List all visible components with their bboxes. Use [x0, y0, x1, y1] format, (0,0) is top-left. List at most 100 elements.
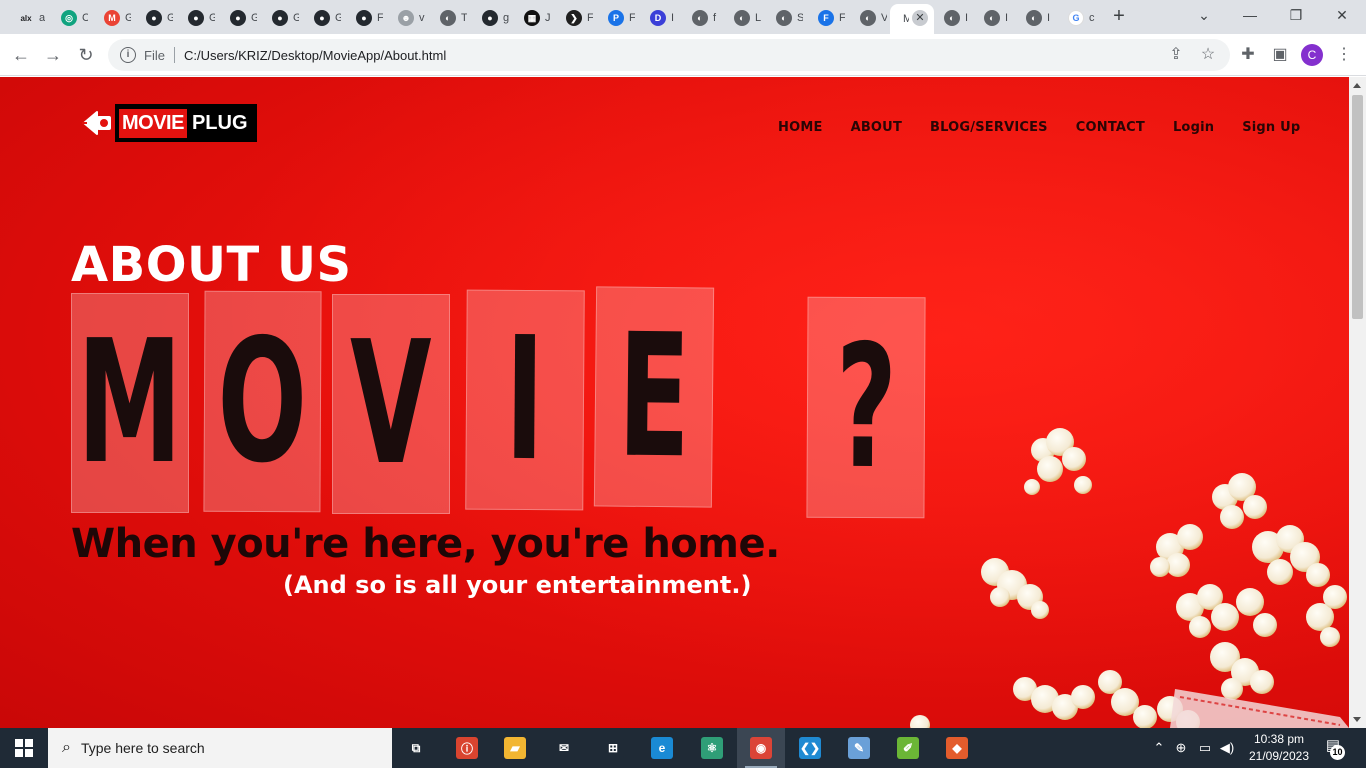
scroll-up-icon[interactable] [1353, 83, 1361, 88]
globe-icon: ◐ [984, 10, 1000, 26]
notification-center-icon[interactable]: ▤ 10 [1320, 736, 1346, 760]
tab-title: f [713, 12, 717, 24]
chrome-glyph: ◉ [750, 737, 772, 759]
vscode-icon[interactable]: ❮❯ [786, 728, 834, 768]
tab-search-icon[interactable]: ⌄ [1181, 0, 1227, 30]
tab-title: V [881, 12, 887, 24]
system-tray: ⌃ ⊕ ▭ ◀) [1150, 728, 1238, 768]
app-red-glyph: ⓘ [456, 737, 478, 759]
start-button[interactable] [0, 728, 48, 768]
browser-tab[interactable]: ◐ S [768, 4, 810, 32]
restore-button[interactable]: ❐ [1273, 0, 1319, 30]
bookmark-star-icon[interactable]: ☆ [1196, 43, 1220, 67]
close-tab-icon[interactable]: ✕ [912, 10, 928, 26]
page-scrollbar[interactable] [1349, 77, 1366, 728]
git-glyph: ◆ [946, 737, 968, 759]
tab-title: g [503, 12, 509, 24]
browser-tab[interactable]: ● G [138, 4, 180, 32]
browser-tab[interactable]: MG [96, 4, 138, 32]
new-tab-button[interactable]: + [1107, 5, 1131, 29]
letter-card: M [71, 293, 189, 513]
forms-icon: F [818, 10, 834, 26]
chrome-icon[interactable]: ◉ [737, 728, 785, 768]
share-icon[interactable]: ⇪ [1164, 43, 1188, 67]
info-icon[interactable]: i [120, 47, 136, 63]
browser-tab[interactable]: ◐ V [852, 4, 890, 32]
browser-tab[interactable]: DI [642, 4, 684, 32]
browser-tab[interactable]: ● G [222, 4, 264, 32]
browser-tab[interactable]: ● G [180, 4, 222, 32]
tab-title: G [125, 12, 131, 24]
side-panel-icon[interactable]: ▣ [1268, 43, 1292, 67]
browser-tab[interactable]: Gc [1060, 4, 1106, 32]
globe-icon: ◐ [734, 10, 750, 26]
tab-title: C [82, 12, 88, 24]
browser-tab[interactable]: ◎ C [53, 4, 95, 32]
app-red-icon[interactable]: ⓘ [443, 728, 491, 768]
back-icon[interactable]: ← [9, 43, 33, 67]
edge-icon[interactable]: e [638, 728, 686, 768]
browser-tab[interactable]: alx a [10, 4, 52, 32]
globe-icon: ◐ [692, 10, 708, 26]
electron-icon[interactable]: ⚛ [688, 728, 736, 768]
git-icon[interactable]: ◆ [933, 728, 981, 768]
browser-tab[interactable]: ◐ T [432, 4, 474, 32]
address-bar[interactable]: i File C:/Users/KRIZ/Desktop/MovieApp/Ab… [108, 39, 1230, 71]
letter-card-text: I [504, 300, 546, 500]
browser-tab[interactable]: ☻ v [390, 4, 432, 32]
language-icon[interactable]: ⊕ [1168, 740, 1194, 756]
forward-icon[interactable]: → [41, 43, 65, 67]
browser-tab[interactable]: ● g [474, 4, 516, 32]
battery-icon[interactable]: ▭ [1194, 740, 1216, 756]
browser-tab[interactable]: ◐ L [726, 4, 768, 32]
gmail-icon: M [104, 10, 120, 26]
extensions-icon[interactable]: ✚ [1236, 43, 1260, 67]
letter-card: ? [806, 296, 926, 519]
browser-tab[interactable]: ● G [264, 4, 306, 32]
browser-tab[interactable]: M ✕ [890, 4, 934, 34]
scroll-down-icon[interactable] [1353, 717, 1361, 722]
d-icon: D [650, 10, 666, 26]
browser-tab[interactable]: ◐ I [936, 4, 978, 32]
hero-tagline: When you're here, you're home. [71, 521, 780, 567]
file-explorer-icon[interactable]: ▰ [491, 728, 539, 768]
film-icon: ▦ [524, 10, 540, 26]
github-icon: ● [188, 10, 204, 26]
task-view-icon[interactable]: ⧉ [392, 728, 440, 768]
tab-title: S [797, 12, 803, 24]
browser-tab[interactable]: FF [810, 4, 852, 32]
menu-icon[interactable]: ⋮ [1332, 43, 1356, 67]
browser-tab[interactable]: ● G [306, 4, 348, 32]
tab-title: G [293, 12, 299, 24]
clock-time: 10:38 pm [1253, 732, 1305, 746]
minimize-button[interactable]: — [1227, 0, 1273, 30]
browser-tab[interactable]: ❯ F [558, 4, 600, 32]
tab-title: I [671, 12, 675, 24]
browser-tab[interactable]: PF [600, 4, 642, 32]
letter-card-text: E [616, 297, 692, 497]
browser-tab[interactable]: ● F [348, 4, 390, 32]
volume-icon[interactable]: ◀) [1216, 740, 1238, 756]
browser-tab[interactable]: ▦ J [516, 4, 558, 32]
store-icon[interactable]: ⊞ [589, 728, 637, 768]
tab-title: G [335, 12, 341, 24]
browser-tab[interactable]: ◐ I [1018, 4, 1060, 32]
paint-icon[interactable]: ✎ [835, 728, 883, 768]
profile-avatar[interactable]: C [1301, 44, 1323, 66]
taskbar-clock[interactable]: 10:38 pm 21/09/2023 [1244, 731, 1314, 765]
alx-icon: alx [20, 13, 32, 23]
github-icon: ● [482, 10, 498, 26]
tab-title: c [1089, 12, 1095, 24]
mail-icon[interactable]: ✉ [540, 728, 588, 768]
browser-tab[interactable]: ◐ f [684, 4, 726, 32]
close-window-button[interactable]: ✕ [1319, 0, 1365, 30]
github-icon: ● [146, 10, 162, 26]
scrollbar-thumb[interactable] [1352, 95, 1363, 319]
chevron-up-icon[interactable]: ⌃ [1150, 740, 1168, 756]
url-text[interactable]: C:/Users/KRIZ/Desktop/MovieApp/About.htm… [184, 48, 446, 63]
notepadpp-icon[interactable]: ✐ [884, 728, 932, 768]
reload-icon[interactable]: ↻ [74, 43, 98, 67]
letter-card: O [203, 290, 322, 513]
browser-tab[interactable]: ◐ I [976, 4, 1018, 32]
taskbar-search[interactable]: ⌕ Type here to search [48, 728, 392, 768]
